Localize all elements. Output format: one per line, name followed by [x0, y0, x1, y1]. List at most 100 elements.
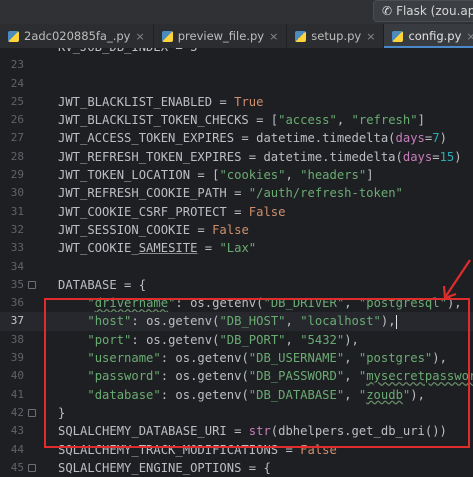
- code-token: ,: [344, 387, 359, 402]
- code-token: "DB_USERNAME": [248, 351, 345, 366]
- code-line: 35 DATABASE = {: [0, 276, 473, 294]
- code-token: mysecretpassword: [366, 369, 473, 384]
- close-tab-icon[interactable]: ×: [136, 30, 145, 43]
- code-text: JWT_TOKEN_LOCATION = ["cookies", "header…: [58, 166, 374, 184]
- code-token: "Lax": [219, 241, 257, 256]
- code-token: KV_JOB_DB_INDEX = 3: [58, 48, 197, 54]
- code-token: JWT_REFRESH_COOKIE_PATH =: [58, 186, 249, 201]
- code-text: JWT_BLACKLIST_ENABLED = True: [58, 93, 263, 111]
- run-config-label: Flask (zou.ap: [396, 4, 473, 18]
- tab-2[interactable]: setup.py ×: [287, 24, 385, 48]
- code-text: DATABASE = {: [58, 276, 146, 294]
- line-number: 24: [10, 76, 24, 90]
- code-line: 28 JWT_REFRESH_TOKEN_EXPIRES = datetime.t…: [0, 148, 473, 166]
- code-line: 26 JWT_BLACKLIST_TOKEN_CHECKS = ["access"…: [0, 111, 473, 129]
- line-number: 41: [10, 387, 24, 401]
- code-token: JWT_BLACKLIST_ENABLED =: [58, 94, 235, 109]
- close-tab-icon[interactable]: ×: [466, 30, 473, 43]
- code-token: ]: [366, 168, 374, 183]
- line-number: 26: [10, 113, 24, 127]
- python-file-icon: [295, 30, 307, 42]
- code-token: JWT_COOKIE_CSRF_PROTECT =: [58, 204, 249, 219]
- code-text: JWT_ACCESS_TOKEN_EXPIRES = datetime.time…: [58, 129, 447, 147]
- code-token: ,: [344, 296, 359, 311]
- line-number: 45: [10, 460, 24, 474]
- code-text: KV_JOB_DB_INDEX = 3: [58, 48, 197, 56]
- code-token: : os.getenv(: [131, 314, 220, 329]
- code-editor[interactable]: KV_JOB_DB_INDEX = 3 23 24 25 JWT_BLACKLIST_E…: [0, 48, 473, 477]
- code-token: SQLALCHEMY_TRACK_MODIFICATIONS =: [58, 442, 301, 457]
- code-line: 30 JWT_REFRESH_COOKIE_PATH = "/auth/refre…: [0, 184, 473, 202]
- code-line: 25 JWT_BLACKLIST_ENABLED = True: [0, 93, 473, 111]
- code-token: (dbhelpers.get_db_uri()): [270, 424, 447, 439]
- code-token: 15: [439, 149, 455, 164]
- code-text: "drivername": os.getenv("DB_DRIVER", "po…: [58, 294, 461, 312]
- code-token: : os.getenv(: [175, 296, 264, 311]
- code-line: 34: [0, 258, 473, 276]
- code-token: "DB_HOST": [219, 314, 286, 329]
- code-line: 24: [0, 75, 473, 93]
- line-number: 27: [10, 131, 24, 145]
- code-token: "DB_PASSWORD": [248, 369, 345, 384]
- code-text: JWT_REFRESH_COOKIE_PATH = "/auth/refresh…: [58, 184, 403, 202]
- tab-3[interactable]: config.py ×: [384, 24, 473, 48]
- run-configuration-selector[interactable]: ✆ Flask (zou.ap: [373, 0, 473, 22]
- code-token: True: [234, 94, 264, 109]
- fold-marker-icon[interactable]: [28, 280, 36, 289]
- code-token: 7: [432, 131, 440, 146]
- code-text: }: [58, 404, 65, 422]
- python-file-icon: [392, 30, 404, 42]
- code-text: "host": os.getenv("DB_HOST", "localhost"…: [58, 312, 397, 330]
- fold-marker-icon[interactable]: [28, 408, 36, 417]
- code-token: SQLALCHEMY_DATABASE_URI =: [58, 424, 249, 439]
- code-token: drivername: [94, 296, 169, 311]
- code-token: "access": [278, 113, 337, 128]
- code-token: "host": [87, 314, 132, 329]
- code-token: SQLALCHEMY_ENGINE_OPTIONS = {: [58, 460, 271, 475]
- close-tab-icon[interactable]: ×: [269, 30, 278, 43]
- code-line: 39 "username": os.getenv("DB_USERNAME", …: [0, 349, 473, 367]
- close-tab-icon[interactable]: ×: [366, 30, 375, 43]
- tab-label: preview_file.py: [177, 29, 265, 43]
- code-token: ),: [432, 351, 447, 366]
- code-text: JWT_COOKIE_SAMESITE = "Lax": [58, 239, 256, 257]
- code-line: 32 JWT_SESSION_COOKIE = False: [0, 221, 473, 239]
- line-number: 25: [10, 94, 24, 108]
- code-line: 36 "drivername": os.getenv("DB_DRIVER", …: [0, 294, 473, 312]
- code-text: SQLALCHEMY_DATABASE_URI = str(dbhelpers.…: [58, 422, 447, 440]
- code-token: JWT_SESSION_COOKIE =: [58, 222, 213, 237]
- code-text: JWT_BLACKLIST_TOKEN_CHECKS = ["access", …: [58, 111, 425, 129]
- line-number: 33: [10, 241, 24, 255]
- line-number: 28: [10, 149, 24, 163]
- code-token: =: [432, 149, 440, 164]
- fold-marker-icon[interactable]: [28, 463, 36, 472]
- code-line: 38 "port": os.getenv("DB_PORT", "5432"),: [0, 331, 473, 349]
- code-token: str: [248, 424, 271, 439]
- code-line: 23: [0, 56, 473, 74]
- code-token: False: [212, 222, 249, 237]
- code-token: SAMESITE: [138, 241, 198, 256]
- code-line: 37 "host": os.getenv("DB_HOST", "localho…: [0, 312, 473, 331]
- code-token: ,: [344, 369, 359, 384]
- code-text: "port": os.getenv("DB_PORT", "5432"),: [58, 331, 359, 349]
- code-token: ),: [410, 387, 425, 402]
- code-token: "headers": [300, 168, 367, 183]
- code-token: "database": [87, 387, 161, 402]
- code-token: ": [87, 296, 95, 311]
- code-token: days: [395, 131, 425, 146]
- tab-1[interactable]: preview_file.py ×: [154, 24, 288, 48]
- line-number: 30: [10, 186, 24, 200]
- code-token: "username": [87, 351, 161, 366]
- line-number: 35: [10, 277, 24, 291]
- code-line: KV_JOB_DB_INDEX = 3: [0, 48, 473, 56]
- tab-0[interactable]: 2adc020885fa_.py ×: [0, 24, 154, 48]
- code-token: zoudb: [366, 387, 403, 402]
- text-caret: [395, 314, 397, 329]
- code-line: 45 SQLALCHEMY_ENGINE_OPTIONS = {: [0, 459, 473, 477]
- code-line: 40 "password": os.getenv("DB_PASSWORD", …: [0, 367, 473, 385]
- line-number: 40: [10, 369, 24, 383]
- line-number: 36: [10, 296, 24, 310]
